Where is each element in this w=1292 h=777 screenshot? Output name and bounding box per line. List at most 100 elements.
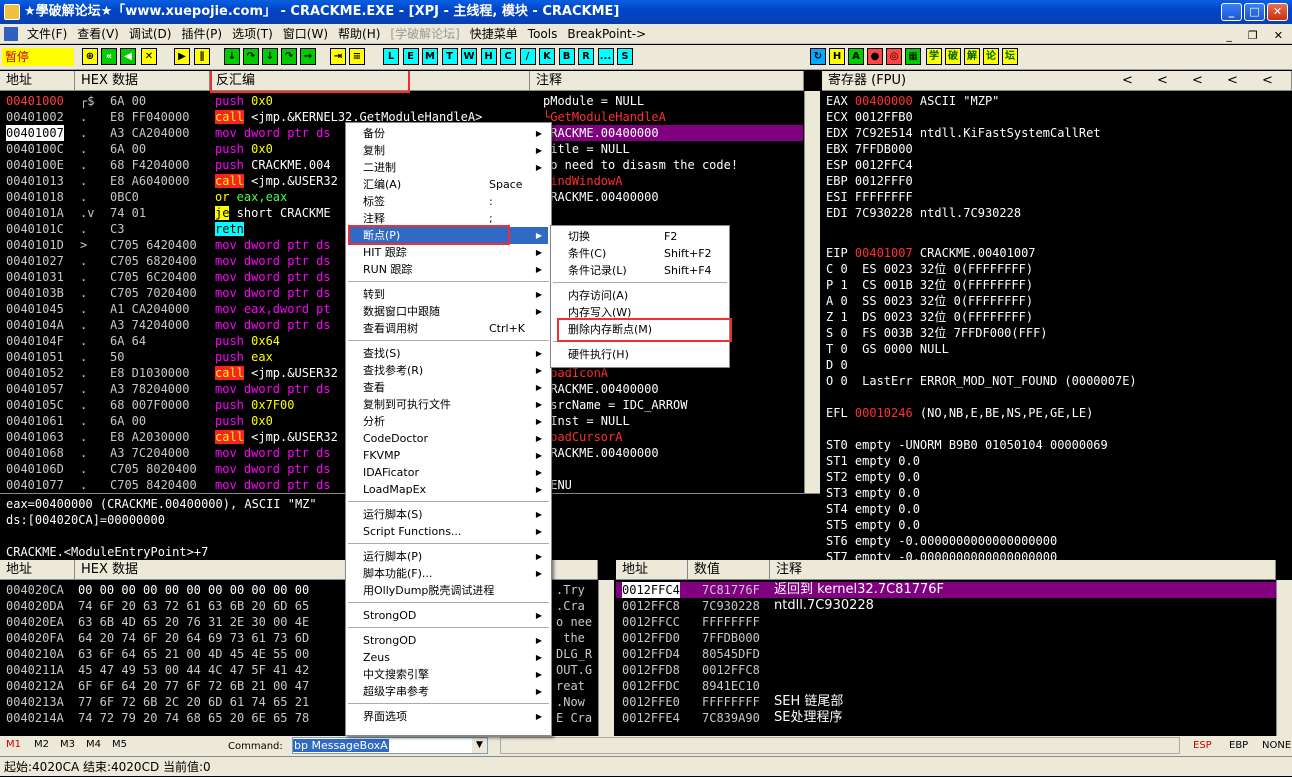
flag-line[interactable]: Z 1 DS 0023 32位 0(FFFFFFFF) [826, 309, 1033, 325]
menu-plugins[interactable]: 插件(P) [176, 24, 227, 43]
register-edi[interactable]: EDI 7C930228 ntdll.7C930228 [826, 205, 1021, 221]
stack-value[interactable]: FFFFFFFF [702, 694, 760, 710]
register-value[interactable]: 0012FFB0 [855, 110, 913, 124]
disasm-address[interactable]: 0040105C [6, 397, 64, 413]
dump-ascii[interactable]: .Now [556, 694, 585, 710]
disasm-hex[interactable]: A3 78204000 [110, 381, 189, 397]
menu-options[interactable]: 选项(T) [227, 24, 278, 43]
menu-file[interactable]: 文件(F) [22, 24, 72, 43]
context-item[interactable]: CodeDoctor ▶ [349, 430, 548, 447]
stack-address[interactable]: 0012FFD4 [622, 646, 680, 662]
disasm-address[interactable]: 0040100E [6, 157, 64, 173]
disasm-address[interactable]: 0040100C [6, 141, 64, 157]
disasm-instruction[interactable]: mov dword ptr ds [215, 381, 331, 397]
window-button-T[interactable]: T [441, 48, 458, 65]
context-item[interactable]: 分析 ▶ [349, 413, 548, 430]
disasm-instruction[interactable]: push 0x64 [215, 333, 280, 349]
disasm-scrollbar[interactable] [804, 91, 820, 493]
disasm-instruction[interactable]: mov dword ptr ds [215, 285, 331, 301]
restart-icon[interactable]: « [101, 48, 117, 65]
register-value[interactable]: 00401007 [855, 246, 913, 260]
context-item[interactable]: 脚本功能(F)... ▶ [349, 565, 548, 582]
mdi-minimize-button[interactable]: _ [1221, 26, 1237, 46]
close-button[interactable]: ✕ [1267, 3, 1288, 21]
disasm-instruction[interactable]: or eax,eax [215, 189, 287, 205]
tool-icon[interactable]: H [829, 48, 845, 65]
disasm-instruction[interactable]: call <jmp.&USER32 [215, 173, 338, 189]
context-item[interactable]: 查看调用树 Ctrl+K [349, 320, 548, 337]
stack-value[interactable]: FFFFFFFF [702, 614, 760, 630]
stack-value[interactable]: 8941EC10 [702, 678, 760, 694]
stack-value[interactable]: 80545DFD [702, 646, 760, 662]
disasm-hex[interactable]: A3 7C204000 [110, 445, 189, 461]
disasm-hex[interactable]: E8 D1030000 [110, 365, 189, 381]
trace-over-icon[interactable]: ↷ [281, 48, 297, 65]
disasm-instruction[interactable]: mov dword ptr ds [215, 461, 331, 477]
disasm-instruction[interactable]: mov dword ptr ds [215, 477, 331, 493]
flag-line[interactable]: ST7 empty -0.0000000000000000000 [826, 549, 1057, 560]
disasm-address[interactable]: 00401057 [6, 381, 64, 397]
disasm-hex[interactable]: E8 FF040000 [110, 109, 189, 125]
command-input[interactable]: bp MessageBoxA [293, 739, 389, 752]
register-eip[interactable]: EIP 00401007 CRACKME.00401007 [826, 245, 1036, 261]
disasm-hex[interactable]: 6A 00 [110, 93, 146, 109]
window-button-S[interactable]: S [617, 48, 633, 65]
context-item[interactable]: 界面选项 ▶ [349, 708, 548, 725]
context-item[interactable]: 转到 ▶ [349, 286, 548, 303]
stack-address[interactable]: 0012FFCC [622, 614, 680, 630]
tool-icon[interactable]: ▦ [905, 48, 921, 65]
forum-button-2[interactable]: 解 [964, 48, 980, 65]
stack-header-value[interactable]: 数值 [688, 560, 770, 580]
disasm-instruction[interactable]: call <jmp.&USER32 [215, 365, 338, 381]
tool-icon[interactable]: ◎ [886, 48, 902, 65]
disasm-instruction[interactable]: push eax [215, 349, 273, 365]
register-edx[interactable]: EDX 7C92E514 ntdll.KiFastSystemCallRet [826, 125, 1101, 141]
context-item[interactable]: 中文搜索引擎 ▶ [349, 666, 548, 683]
col-header-address[interactable]: 地址 [0, 71, 75, 91]
dump-hex[interactable]: 64 20 74 6F 20 64 69 73 61 73 6D [78, 630, 309, 646]
disasm-hex[interactable]: A3 74204000 [110, 317, 189, 333]
stack-address[interactable]: 0012FFDC [622, 678, 680, 694]
stack-address[interactable]: 0012FFE4 [622, 710, 680, 726]
window-button-B[interactable]: B [558, 48, 575, 65]
disasm-instruction[interactable]: push 0x0 [215, 413, 273, 429]
flag-line[interactable]: O 0 LastErr ERROR_MOD_NOT_FOUND (0000007… [826, 373, 1137, 389]
run-icon[interactable]: ▶ [174, 48, 190, 65]
registers-pane[interactable]: 寄存器 (FPU) < < < < < EAX 00400000 ASCII "MZP" E… [822, 71, 1292, 560]
dump-tab-m5[interactable]: M5 [112, 739, 127, 750]
context-item[interactable]: RUN 跟踪 ▶ [349, 261, 548, 278]
dump-ascii[interactable]: .Try [556, 582, 585, 598]
disasm-hex[interactable]: A1 CA204000 [110, 301, 189, 317]
disasm-hex[interactable]: C705 6C20400 [110, 269, 197, 285]
tool-icon[interactable]: ↻ [810, 48, 826, 65]
disasm-address[interactable]: 0040104F [6, 333, 64, 349]
context-item[interactable]: 二进制 ▶ [349, 159, 548, 176]
stack-pane[interactable]: 地址 数值 注释 0012FFC4 7C81776F 返回到 kernel32.7C… [616, 560, 1292, 736]
register-value[interactable]: 00400000 [855, 94, 913, 108]
disasm-instruction[interactable]: push 0x0 [215, 93, 273, 109]
mdi-close-button[interactable]: ✕ [1269, 26, 1288, 46]
flag-line[interactable]: ST4 empty 0.0 [826, 501, 920, 517]
disasm-hex[interactable]: E8 A2030000 [110, 429, 189, 445]
tool-icon[interactable]: A [848, 48, 864, 65]
dump-tab-m3[interactable]: M3 [60, 739, 75, 750]
context-item[interactable]: 复制到可执行文件 ▶ [349, 396, 548, 413]
disasm-address[interactable]: 0040106D [6, 461, 64, 477]
flag-line[interactable]: EFL 00010246 (NO,NB,E,BE,NS,PE,GE,LE) [826, 405, 1093, 421]
window-button-C[interactable]: C [500, 48, 516, 65]
flag-line[interactable]: T 0 GS 0000 NULL [826, 341, 949, 357]
disasm-instruction[interactable]: retn [215, 221, 244, 237]
disasm-instruction[interactable]: mov dword ptr ds [215, 253, 331, 269]
register-value[interactable]: 7C930228 [855, 206, 913, 220]
disasm-address[interactable]: 00401077 [6, 477, 64, 493]
stack-header-comment[interactable]: 注释 [770, 560, 1276, 580]
submenu-item[interactable]: 条件(C) Shift+F2 [554, 245, 726, 262]
flag-line[interactable]: ST2 empty 0.0 [826, 469, 920, 485]
disasm-instruction[interactable]: mov dword ptr ds [215, 445, 331, 461]
flag-line[interactable]: ST3 empty 0.0 [826, 485, 920, 501]
dump-hex[interactable]: 74 6F 20 63 72 61 63 6B 20 6D 65 [78, 598, 309, 614]
window-button-/[interactable]: / [519, 48, 536, 65]
menu-window[interactable]: 窗口(W) [278, 24, 333, 43]
context-item[interactable]: 备份 ▶ [349, 125, 548, 142]
pause-icon[interactable]: ∥ [194, 48, 210, 65]
